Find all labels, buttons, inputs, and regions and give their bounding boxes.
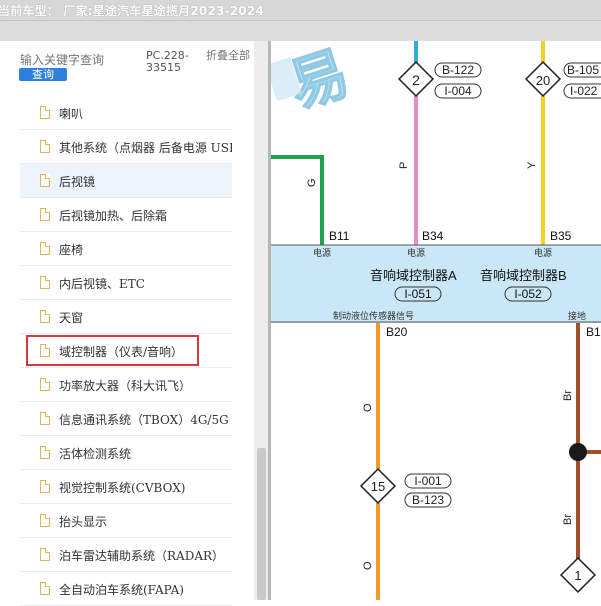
document-icon	[40, 480, 50, 493]
wire-label-o: O	[362, 403, 374, 412]
tree-item[interactable]: 视觉控制系统(CVBOX)	[20, 470, 232, 504]
power-label: 电源	[534, 247, 552, 258]
tree-item-label: 天窗	[59, 311, 84, 325]
module-a-name: 音响域控制器A	[370, 268, 457, 283]
pin-b11: B11	[329, 229, 350, 243]
document-icon	[40, 548, 50, 561]
tag-i004: I-004	[444, 84, 472, 98]
tag-b122: B-122	[442, 63, 474, 77]
connector-number: 2	[412, 72, 420, 88]
tag-i022: I-022	[570, 84, 598, 98]
splice-node	[569, 443, 587, 461]
module-b-name: 音响域控制器B	[480, 268, 567, 283]
tree-item[interactable]: 后视镜	[20, 164, 232, 198]
tree-item-label: 喇叭	[59, 107, 84, 121]
wire-label-p: P	[398, 162, 410, 169]
code-i052: I-052	[514, 287, 542, 301]
search-input[interactable]	[20, 53, 138, 67]
tree-item[interactable]: 其他系统（点烟器 后备电源 USB充	[20, 130, 232, 164]
code-i051: I-051	[404, 287, 432, 301]
left-scrollbar-thumb[interactable]	[257, 448, 266, 600]
power-label: 电源	[407, 247, 425, 258]
tag-b123: B-123	[412, 493, 444, 507]
document-icon	[40, 582, 50, 595]
tree-item[interactable]: 功率放大器（科大讯飞）	[20, 368, 232, 402]
document-icon	[40, 276, 50, 289]
wire-label-br: Br	[562, 390, 574, 401]
document-icon	[40, 378, 50, 391]
connector-number: 20	[536, 73, 550, 88]
tree-item-label: 座椅	[59, 243, 84, 257]
document-icon	[40, 140, 50, 153]
window-title: 当前车型： 厂家:星途汽车星途揽月2023-2024	[0, 4, 264, 18]
tree-item-label: 后视镜	[59, 175, 96, 189]
tree-item[interactable]: 信息通讯系统（TBOX）4G/5G	[20, 402, 232, 436]
pc-label: PC.228-33515	[146, 49, 189, 74]
tree-item[interactable]: 活体检测系统	[20, 436, 232, 470]
tree-item-label: 内后视镜、ETC	[59, 277, 145, 291]
tree-item[interactable]: 内后视镜、ETC	[20, 266, 232, 300]
tree-item-label: 后视镜加热、后除霜	[59, 209, 168, 223]
tree-item[interactable]: 后视镜加热、后除霜	[20, 198, 232, 232]
tree-item-label: 视觉控制系统(CVBOX)	[59, 481, 186, 495]
tree-item[interactable]: 抬头显示	[20, 504, 232, 538]
document-icon	[40, 446, 50, 459]
ground-label: 接地	[568, 310, 586, 321]
connector-number: 1	[574, 568, 581, 583]
document-icon	[40, 208, 50, 221]
tag-i001: I-001	[414, 474, 442, 488]
pin-b35: B35	[550, 229, 572, 243]
wire-label-g: G	[306, 178, 318, 187]
tree-item[interactable]: 座椅	[20, 232, 232, 266]
tree-item-label: 泊车雷达辅助系统（RADAR）	[59, 549, 225, 563]
brake-signal-label: 制动液位传感器信号	[333, 310, 414, 321]
wire-green	[271, 155, 324, 245]
tag-b105: B-105	[567, 63, 599, 77]
tree-item-label: 全自动泊车系统(FAPA)	[59, 583, 184, 597]
collapse-all-button[interactable]: 折叠全部	[206, 50, 250, 62]
document-icon	[40, 514, 50, 527]
toolbar-strip	[0, 21, 601, 41]
tree-item[interactable]: 全自动泊车系统(FAPA)	[20, 572, 232, 606]
search-button[interactable]: 查询	[19, 68, 67, 81]
pin-b1: B1	[586, 325, 601, 339]
tree-item-label: 信息通讯系统（TBOX）4G/5G	[59, 413, 229, 427]
wire-label-o: O	[362, 561, 374, 570]
selection-highlight-box	[26, 335, 199, 366]
pin-b34: B34	[422, 229, 444, 243]
tree-item-label: 抬头显示	[59, 515, 108, 529]
document-icon	[40, 310, 50, 323]
wire-label-y: Y	[526, 161, 538, 169]
wiring-diagram[interactable]: 易 2 20 B-122 I-004 B-105 I-022 G P Y B11…	[271, 41, 601, 600]
document-icon	[40, 174, 50, 187]
document-icon	[40, 106, 50, 119]
tree-item[interactable]: 天窗	[20, 300, 232, 334]
tree-item[interactable]: 泊车雷达辅助系统（RADAR）	[20, 538, 232, 572]
pin-b20: B20	[386, 325, 408, 339]
wire-label-br: Br	[562, 514, 574, 525]
title-bar: 当前车型： 厂家:星途汽车星途揽月2023-2024	[0, 0, 601, 21]
tree-item[interactable]: 喇叭	[20, 96, 232, 130]
power-label: 电源	[313, 247, 331, 258]
document-icon	[40, 242, 50, 255]
tree-item-label: 活体检测系统	[59, 447, 132, 461]
document-icon	[40, 412, 50, 425]
connector-number: 15	[371, 479, 385, 494]
tree-item-label: 其他系统（点烟器 后备电源 USB充	[59, 141, 232, 155]
tree-item-label: 功率放大器（科大讯飞）	[59, 379, 192, 393]
